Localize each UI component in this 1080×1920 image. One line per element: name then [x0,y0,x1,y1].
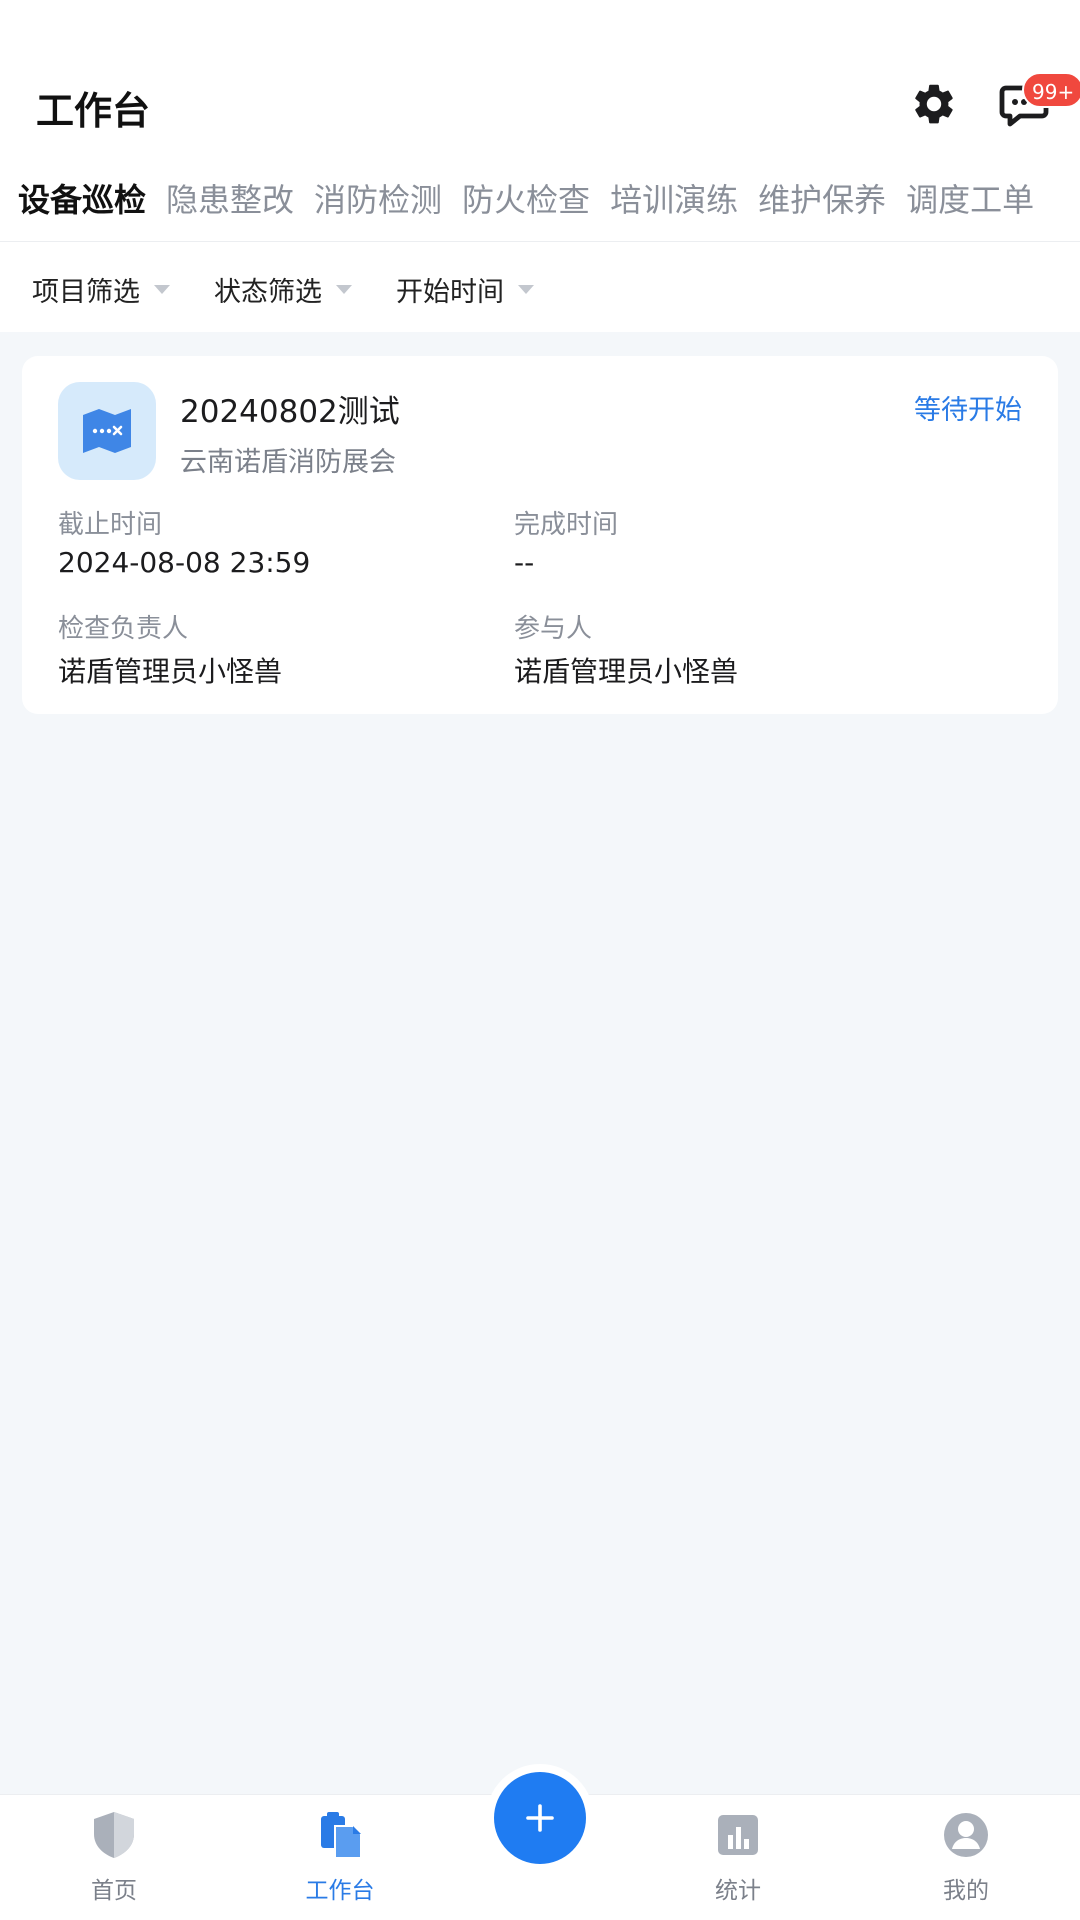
clipboard-icon [321,1812,362,1859]
tabs-divider [0,241,1080,242]
tab-maintenance[interactable]: 维护保养 [758,175,886,221]
inspector-label: 检查负责人 [58,614,189,644]
start-time-filter-label: 开始时间 [396,276,504,308]
start-time-filter[interactable]: 开始时间 [396,270,534,309]
tab-hazard-rectification[interactable]: 隐患整改 [166,175,294,221]
settings-button[interactable] [908,78,960,130]
deadline-value: 2024-08-08 23:59 [58,546,311,579]
status-filter-label: 状态筛选 [214,276,322,308]
filter-bar: 项目筛选 状态筛选 开始时间 [32,264,534,314]
project-filter[interactable]: 项目筛选 [32,270,170,309]
nav-home-label: 首页 [91,1878,137,1904]
tab-training-drill[interactable]: 培训演练 [610,175,738,221]
nav-mine-label: 我的 [943,1878,989,1904]
nav-statistics[interactable]: 统计 [668,1809,808,1915]
completion-label: 完成时间 [514,510,619,540]
message-count-badge: 99+ [1022,72,1080,108]
task-type-icon [58,382,156,480]
caret-down-icon [336,284,352,294]
nav-workbench-label: 工作台 [305,1878,375,1904]
workbench-page: 工作台 99+ 设备巡检 隐患整改 消防检测 防火检查 培训演练 维护保养 调度… [0,0,1080,1920]
status-filter[interactable]: 状态筛选 [214,270,352,309]
gear-icon [915,84,953,124]
tab-device-inspection[interactable]: 设备巡检 [18,175,146,221]
completion-value: -- [514,546,535,579]
nav-statistics-label: 统计 [715,1878,761,1904]
map-icon [83,409,131,453]
deadline-label: 截止时间 [58,510,163,540]
task-status: 等待开始 [914,395,1022,426]
tab-fire-testing[interactable]: 消防检测 [314,175,442,221]
participant-label: 参与人 [514,614,593,644]
participant-value: 诺盾管理员小怪兽 [514,655,739,688]
nav-home[interactable]: 首页 [44,1809,184,1915]
project-filter-label: 项目筛选 [32,276,140,308]
tab-dispatch-order[interactable]: 调度工单 [906,175,1034,221]
task-organization: 云南诺盾消防展会 [180,447,396,478]
caret-down-icon [518,284,534,294]
tab-fire-prevention-check[interactable]: 防火检查 [462,175,590,221]
plus-icon [526,1804,554,1832]
bar-chart-icon [718,1815,758,1855]
nav-workbench[interactable]: 工作台 [270,1809,410,1915]
nav-mine[interactable]: 我的 [896,1809,1036,1915]
user-icon [944,1813,988,1857]
add-button[interactable] [494,1772,586,1864]
inspector-value: 诺盾管理员小怪兽 [58,655,283,688]
task-title: 20240802测试 [180,394,400,430]
category-tabs: 设备巡检 隐患整改 消防检测 防火检查 培训演练 维护保养 调度工单 [18,170,1034,226]
task-card[interactable]: 20240802测试 云南诺盾消防展会 等待开始 截止时间 2024-08-08… [22,356,1058,714]
page-title: 工作台 [36,89,151,133]
header: 工作台 99+ 设备巡检 隐患整改 消防检测 防火检查 培训演练 维护保养 调度… [0,0,1080,332]
shield-icon [94,1812,134,1858]
caret-down-icon [154,284,170,294]
